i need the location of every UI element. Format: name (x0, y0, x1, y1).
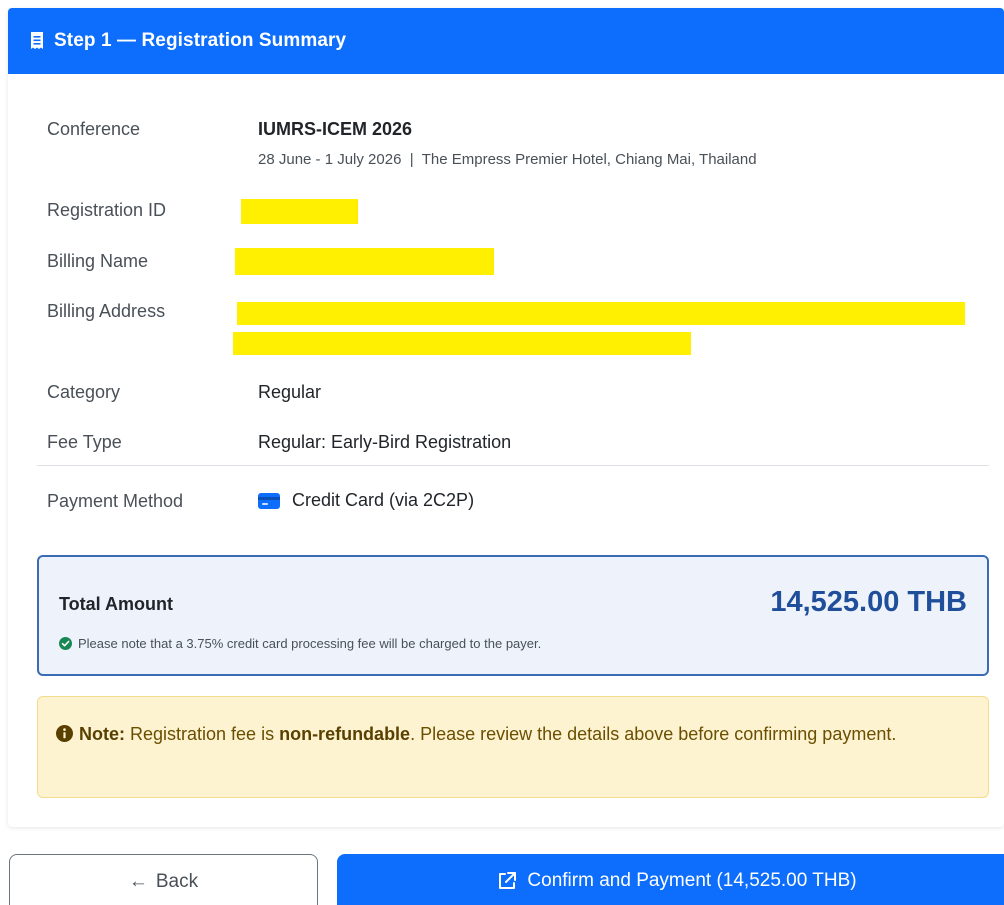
conference-name: IUMRS-ICEM 2026 (258, 119, 413, 139)
processing-fee-note-text: Please note that a 3.75% credit card pro… (78, 636, 542, 651)
billing-name-label: Billing Name (47, 251, 149, 271)
category-value: Regular (258, 382, 322, 402)
conference-label: Conference (47, 119, 141, 139)
card-title: Step 1 — Registration Summary (54, 30, 347, 51)
confirm-payment-label: Confirm and Payment (14,525.00 THB) (527, 870, 857, 891)
confirm-payment-button[interactable]: Confirm and Payment (14,525.00 THB) (337, 854, 1004, 905)
info-circle-icon (56, 725, 73, 742)
non-refundable-alert: Note: Registration fee is non-refundable… (37, 696, 989, 798)
total-amount-label: Total Amount (59, 594, 173, 614)
back-button[interactable]: ← Back (9, 854, 318, 905)
billing-address-redacted-line-2 (233, 332, 691, 355)
category-label: Category (47, 382, 121, 402)
check-circle-icon (59, 637, 72, 650)
arrow-left-icon: ← (128, 871, 148, 892)
note-text-1: Registration fee is (125, 724, 280, 744)
back-button-label: Back (155, 871, 199, 892)
fee-type-label: Fee Type (47, 432, 122, 452)
payment-method-value: Credit Card (via 2C2P) (292, 490, 475, 510)
total-amount-value: 14,525.00 THB (770, 586, 967, 618)
note-non-refundable: non-refundable (279, 724, 411, 744)
credit-card-icon (258, 493, 280, 509)
fee-type-value: Regular: Early-Bird Registration (258, 432, 512, 452)
external-link-icon (499, 872, 517, 889)
processing-fee-note: Please note that a 3.75% credit card pro… (59, 636, 541, 651)
conference-details: 28 June - 1 July 2026 | The Empress Prem… (258, 151, 757, 168)
billing-name-redacted (235, 248, 494, 275)
note-prefix: Note: (79, 724, 125, 744)
payment-method-label: Payment Method (47, 491, 184, 511)
receipt-icon (31, 32, 43, 49)
note-text-2: . Please review the details above before… (410, 724, 897, 744)
registration-id-label: Registration ID (47, 200, 167, 220)
card-header: Step 1 — Registration Summary (8, 8, 1004, 74)
registration-id-redacted (241, 199, 358, 224)
divider (37, 465, 989, 466)
billing-address-redacted-line-1 (237, 302, 965, 325)
billing-address-label: Billing Address (47, 301, 166, 321)
total-amount-box: Total Amount 14,525.00 THB Please note t… (37, 555, 989, 676)
